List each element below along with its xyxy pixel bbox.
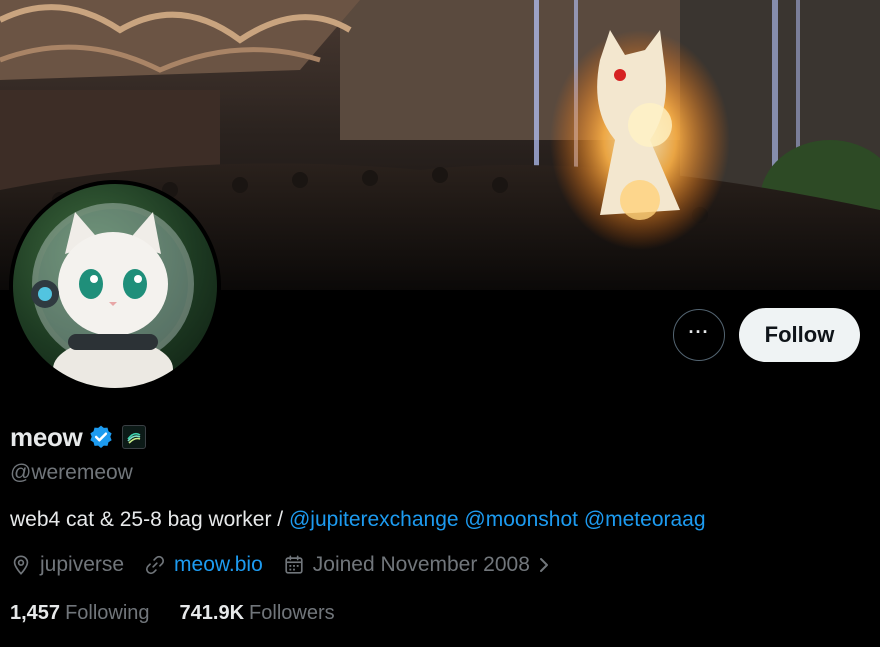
link-icon <box>146 555 165 575</box>
affiliate-badge-icon[interactable] <box>122 425 147 449</box>
join-date[interactable]: Joined November 2008 <box>283 553 560 577</box>
following-count-link[interactable]: 1,457 Following <box>10 602 150 625</box>
following-label: Following <box>65 602 150 624</box>
bio-text: web4 cat & 25-8 bag worker / <box>10 508 289 531</box>
bio-mention-jupiterexchange[interactable]: @jupiterexchange <box>289 508 459 531</box>
location-pin-icon <box>13 555 29 575</box>
name-row: meow <box>10 418 147 456</box>
location: jupiverse <box>10 553 124 577</box>
follow-button[interactable]: Follow <box>739 308 860 362</box>
join-date-text: Joined November 2008 <box>312 553 530 576</box>
more-icon: ··· <box>688 322 710 342</box>
website[interactable]: meow.bio <box>144 553 263 577</box>
location-text: jupiverse <box>40 553 125 576</box>
followers-count: 741.9K <box>179 602 245 624</box>
chevron-right-icon[interactable] <box>536 555 552 575</box>
bio-mention-moonshot[interactable]: @moonshot <box>464 508 578 531</box>
website-link[interactable]: meow.bio <box>174 553 263 577</box>
calendar-icon <box>285 555 303 574</box>
avatar-image <box>13 184 217 388</box>
more-options-button[interactable]: ··· <box>673 309 725 361</box>
bio: web4 cat & 25-8 bag worker / @jupiterexc… <box>10 508 706 532</box>
followers-count-link[interactable]: 741.9K Followers <box>180 602 335 625</box>
display-name: meow <box>10 421 83 452</box>
followers-label: Followers <box>249 602 335 624</box>
profile-meta: jupiverse meow.bio Joined November 2008 <box>10 553 580 577</box>
following-count: 1,457 <box>10 602 61 624</box>
bio-mention-meteoraag[interactable]: @meteoraag <box>584 508 706 531</box>
profile-stats: 1,457 Following 741.9K Followers <box>10 602 365 625</box>
verified-badge-icon[interactable] <box>88 424 114 450</box>
username-handle: @weremeow <box>10 461 133 484</box>
avatar[interactable] <box>9 180 221 392</box>
